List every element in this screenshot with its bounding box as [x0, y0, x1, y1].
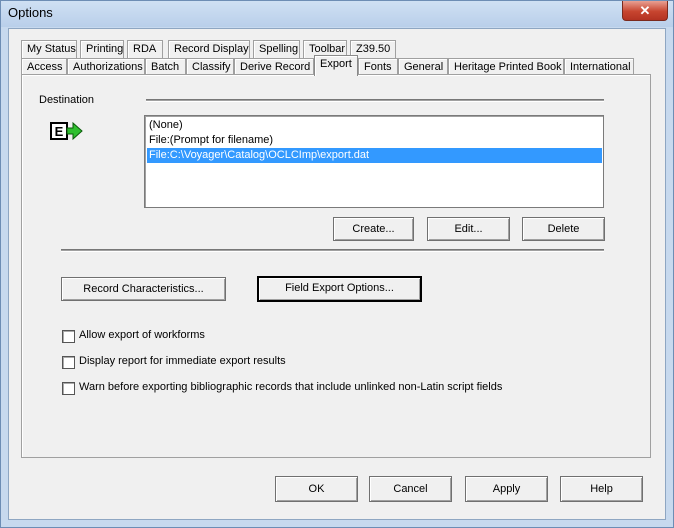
- cancel-button[interactable]: Cancel: [369, 476, 452, 502]
- destination-divider: [146, 99, 604, 102]
- edit-button[interactable]: Edit...: [427, 217, 510, 241]
- ok-button[interactable]: OK: [275, 476, 358, 502]
- list-item[interactable]: File:(Prompt for filename): [147, 133, 602, 148]
- display-report-checkbox[interactable]: [62, 356, 75, 369]
- allow-export-workforms-checkbox[interactable]: [62, 330, 75, 343]
- warn-unlinked-script-label: Warn before exporting bibliographic reco…: [79, 381, 503, 393]
- field-export-options-button[interactable]: Field Export Options...: [257, 276, 422, 302]
- list-item-selected[interactable]: File:C:\Voyager\Catalog\OCLCImp\export.d…: [147, 148, 602, 163]
- list-item[interactable]: (None): [147, 118, 602, 133]
- export-panel-content: Destination E (None) File:(Prompt for fi…: [0, 0, 674, 528]
- delete-button[interactable]: Delete: [522, 217, 605, 241]
- display-report-label: Display report for immediate export resu…: [79, 355, 286, 367]
- record-characteristics-button[interactable]: Record Characteristics...: [61, 277, 226, 301]
- destination-listbox[interactable]: (None) File:(Prompt for filename) File:C…: [144, 115, 604, 208]
- help-button[interactable]: Help: [560, 476, 643, 502]
- svg-text:E: E: [55, 124, 64, 139]
- create-button[interactable]: Create...: [333, 217, 414, 241]
- section-divider: [61, 249, 604, 252]
- destination-label: Destination: [39, 94, 95, 106]
- apply-button[interactable]: Apply: [465, 476, 548, 502]
- warn-unlinked-script-checkbox[interactable]: [62, 382, 75, 395]
- allow-export-workforms-label: Allow export of workforms: [79, 329, 205, 341]
- export-e-arrow-icon: E: [49, 120, 85, 142]
